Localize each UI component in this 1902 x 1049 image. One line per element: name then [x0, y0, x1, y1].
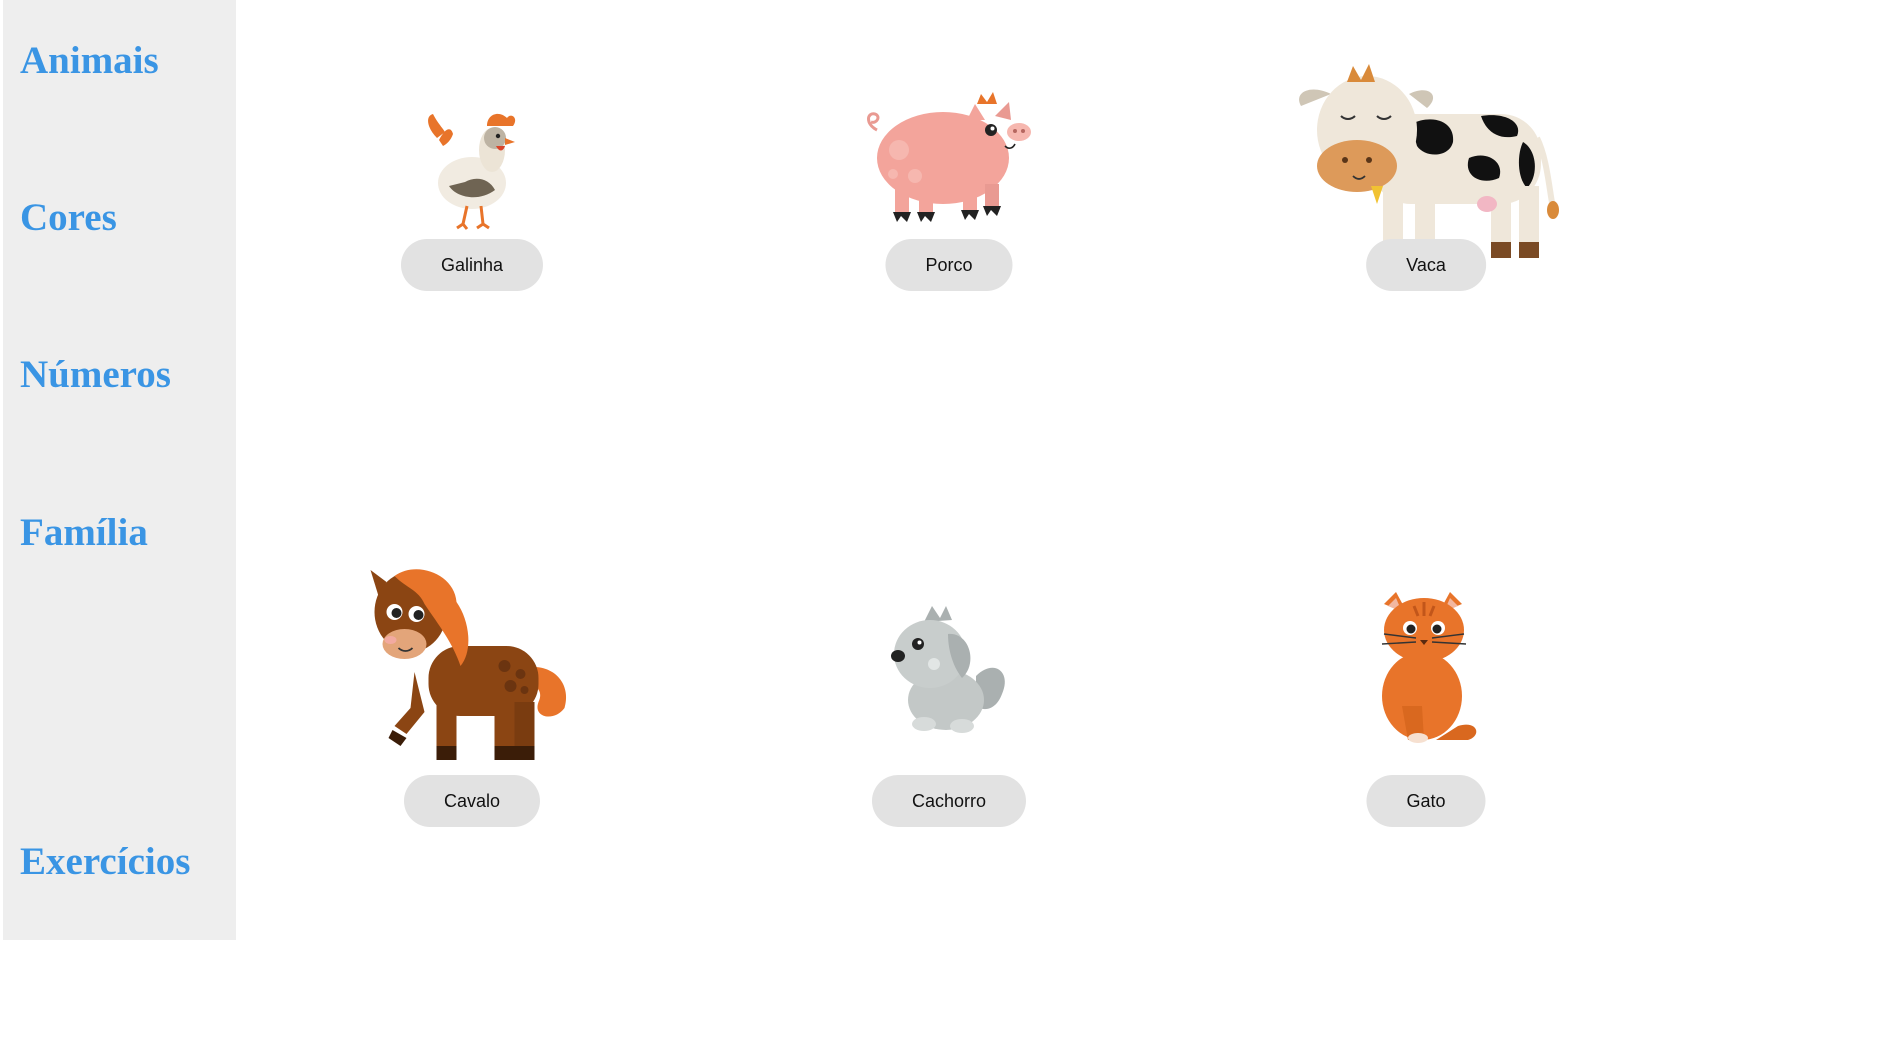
chicken-illustration — [428, 113, 516, 230]
animal-card-porco: Porco — [749, 30, 1149, 430]
sidebar-link-animais[interactable]: Animais — [20, 41, 159, 80]
animal-button-cachorro[interactable]: Cachorro — [871, 775, 1027, 827]
animal-button-galinha[interactable]: Galinha — [400, 239, 544, 291]
animal-card-cavalo: Cavalo — [272, 530, 672, 930]
sidebar-link-familia[interactable]: Família — [20, 513, 148, 552]
animal-card-vaca: Vaca — [1226, 30, 1626, 430]
cat-illustration — [1381, 592, 1477, 743]
animal-button-cavalo[interactable]: Cavalo — [403, 775, 541, 827]
sidebar-link-numeros[interactable]: Números — [20, 355, 171, 394]
animal-button-gato[interactable]: Gato — [1366, 775, 1486, 827]
sidebar-link-exercicios[interactable]: Exercícios — [20, 842, 190, 881]
cow-illustration — [1299, 64, 1559, 258]
animal-card-gato: Gato — [1226, 530, 1626, 930]
animal-button-porco[interactable]: Porco — [885, 239, 1013, 291]
horse-illustration — [370, 569, 567, 760]
animal-grid: Galinha Porco Vaca Cavalo Cachorro Gato — [236, 0, 1902, 1049]
animal-button-vaca[interactable]: Vaca — [1366, 239, 1486, 291]
dog-illustration — [891, 606, 1005, 733]
sidebar: Animais Cores Números Família Exercícios — [3, 0, 236, 940]
pig-illustration — [867, 92, 1031, 222]
animal-card-galinha: Galinha — [272, 30, 672, 430]
sidebar-link-cores[interactable]: Cores — [20, 198, 117, 237]
animal-card-cachorro: Cachorro — [749, 530, 1149, 930]
